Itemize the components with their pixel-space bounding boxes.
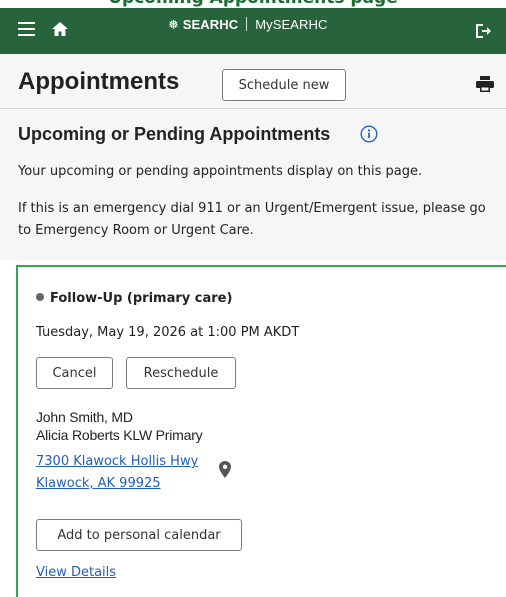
- home-icon[interactable]: [51, 20, 69, 38]
- status-dot-icon: [36, 293, 44, 301]
- section-title: Upcoming or Pending Appointments: [18, 124, 331, 144]
- page-title: Appointments: [18, 68, 180, 95]
- appointment-card: Follow-Up (primary care) Tuesday, May 19…: [16, 265, 506, 597]
- brand[interactable]: ❅ SEARHC MySEARHC: [168, 17, 328, 33]
- app-header: ❅ SEARHC MySEARHC: [0, 8, 506, 54]
- menu-icon[interactable]: [18, 22, 35, 38]
- info-icon[interactable]: [360, 125, 378, 143]
- page-heading-cut-text: Upcoming Appointments page: [0, 0, 506, 8]
- clinic-name: Alicia Roberts KLW Primary: [36, 427, 203, 443]
- reschedule-button[interactable]: Reschedule: [126, 357, 236, 389]
- view-details-link[interactable]: View Details: [36, 565, 116, 580]
- schedule-new-button[interactable]: Schedule new: [222, 69, 346, 101]
- logout-icon[interactable]: [474, 22, 492, 40]
- address-line1-link[interactable]: 7300 Klawock Hollis Hwy: [36, 454, 198, 469]
- page-header: Appointments Schedule new: [0, 54, 506, 109]
- add-to-calendar-button[interactable]: Add to personal calendar: [36, 519, 242, 551]
- brand-separator: [246, 17, 248, 31]
- upcoming-section: Upcoming or Pending Appointments Your up…: [0, 110, 506, 260]
- provider-name: John Smith, MD: [36, 409, 133, 425]
- appointment-type: Follow-Up (primary care): [36, 291, 232, 306]
- upcoming-description: Your upcoming or pending appointments di…: [18, 164, 423, 179]
- searhc-logo-icon: ❅: [168, 17, 179, 32]
- map-pin-icon[interactable]: [219, 461, 231, 478]
- brand-logo-text: SEARHC: [182, 17, 239, 32]
- emergency-note: If this is an emergency dial 911 or an U…: [18, 201, 486, 238]
- cancel-button[interactable]: Cancel: [36, 357, 113, 389]
- appointment-type-label: Follow-Up (primary care): [50, 291, 233, 306]
- page-heading-cut: Upcoming Appointments page: [0, 0, 506, 8]
- address-line2-link[interactable]: Klawock, AK 99925: [36, 476, 161, 491]
- appointment-datetime: Tuesday, May 19, 2026 at 1:00 PM AKDT: [36, 325, 300, 340]
- brand-app-name: MySEARHC: [255, 17, 328, 32]
- print-icon[interactable]: [476, 76, 494, 92]
